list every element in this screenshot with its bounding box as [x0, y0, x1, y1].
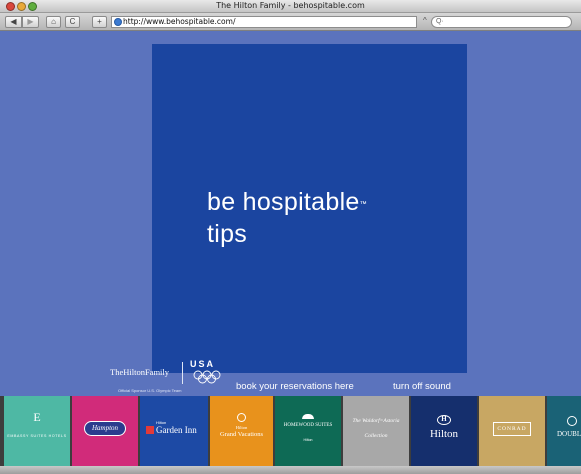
- hilton-h-mark: H: [441, 415, 447, 423]
- waldorf-name: Collection: [364, 433, 388, 439]
- browser-toolbar: ◀ ▶ ⌂ C + http://www.behospitable.com/ ^…: [0, 13, 581, 31]
- embassy-mark: E: [33, 410, 41, 424]
- grand-vacations-icon: [237, 413, 246, 422]
- olympic-rings-icon: [193, 370, 221, 384]
- brand-tile-conrad[interactable]: CONRAD: [479, 396, 545, 466]
- forward-button[interactable]: ▶: [22, 16, 39, 28]
- brand-tile-garden-inn[interactable]: Hilton Garden Inn: [140, 396, 208, 466]
- grand-vacations-name: Grand Vacations: [219, 431, 264, 438]
- hilton-family-logo: TheHiltonFamily: [110, 367, 170, 377]
- brand-tile-embassy-suites[interactable]: E EMBASSY SUITES HOTELS: [4, 396, 70, 466]
- brand-tile-hilton[interactable]: H Hilton: [411, 396, 477, 466]
- window-bottom-bar: [0, 466, 581, 474]
- sponsor-block: TheHiltonFamily USA Official Sponsor U.S…: [110, 359, 230, 399]
- book-reservations-link[interactable]: book your reservations here: [236, 381, 354, 392]
- url-text: http://www.behospitable.com/: [123, 17, 236, 26]
- brand-tile-hampton[interactable]: Hampton: [72, 396, 138, 466]
- add-bookmark-button[interactable]: +: [92, 16, 107, 28]
- headline-line2: tips: [207, 220, 248, 248]
- brand-tile-waldorf-astoria[interactable]: The Waldorf=Astoria Collection: [343, 396, 409, 466]
- window-titlebar: The Hilton Family - behospitable.com: [0, 0, 581, 13]
- doubletree-name: DOUBLE: [557, 430, 581, 438]
- garden-inn-mark-icon: [146, 426, 154, 434]
- headline: be hospitable™ tips: [207, 186, 367, 250]
- turn-off-sound-link[interactable]: turn off sound: [393, 381, 451, 392]
- back-button[interactable]: ◀: [5, 16, 22, 28]
- garden-inn-name: Garden Inn: [156, 425, 197, 435]
- homewood-icon: [302, 414, 314, 419]
- grand-vacations-mark: Hilton: [235, 425, 248, 430]
- doubletree-icon: [567, 416, 577, 426]
- brand-strip: E EMBASSY SUITES HOTELS Hampton Hilton G…: [0, 396, 581, 466]
- divider: [182, 362, 183, 384]
- window-title: The Hilton Family - behospitable.com: [216, 1, 365, 10]
- reload-button[interactable]: C: [65, 16, 80, 28]
- hilton-name: Hilton: [429, 428, 459, 440]
- homewood-mark: Hilton: [303, 438, 313, 442]
- embassy-name: EMBASSY SUITES HOTELS: [7, 434, 67, 438]
- hero-panel: be hospitable™ tips: [152, 44, 467, 373]
- hampton-name: Hampton: [91, 424, 119, 432]
- homewood-name: HOMEWOOD SUITES: [283, 423, 333, 428]
- trademark-mark: ™: [359, 201, 367, 208]
- home-button[interactable]: ⌂: [46, 16, 61, 28]
- url-suffix-icon: ^: [423, 16, 427, 25]
- brand-tile-homewood-suites[interactable]: HOMEWOOD SUITES Hilton: [275, 396, 341, 466]
- search-input[interactable]: Q·: [431, 16, 572, 28]
- brand-tile-grand-vacations[interactable]: Hilton Grand Vacations: [210, 396, 273, 466]
- usa-label: USA: [190, 359, 216, 369]
- conrad-name: CONRAD: [497, 426, 527, 432]
- page-content: be hospitable™ tips TheHiltonFamily USA …: [0, 32, 581, 474]
- waldorf-mark: The Waldorf=Astoria: [352, 418, 400, 424]
- headline-line1: be hospitable: [207, 188, 360, 216]
- sponsor-caption: Official Sponsor U.S. Olympic Team: [118, 388, 182, 393]
- address-bar[interactable]: http://www.behospitable.com/: [111, 16, 417, 28]
- globe-icon: [114, 18, 122, 26]
- brand-tile-doubletree[interactable]: DOUBLE: [547, 396, 581, 466]
